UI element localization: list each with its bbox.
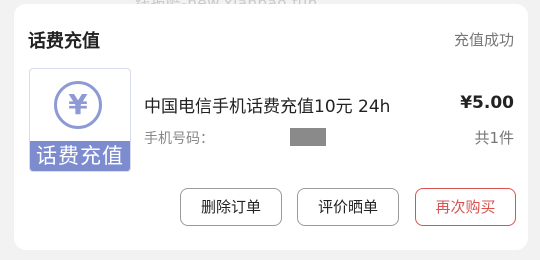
buy-again-button[interactable]: 再次购买: [415, 188, 516, 226]
delete-order-button[interactable]: 删除订单: [180, 188, 282, 226]
order-card: 话费充值 充值成功 ¥ 话费充值 中国电信手机话费充值10元 24h ¥5.00…: [14, 4, 528, 250]
phone-number-label: 手机号码：: [144, 131, 214, 147]
order-status: 充值成功: [453, 31, 514, 49]
review-order-button[interactable]: 评价晒单: [297, 188, 399, 226]
product-price: ¥5.00: [460, 93, 514, 113]
store-name[interactable]: 话费充值: [28, 27, 100, 53]
product-title[interactable]: 中国电信手机话费充值10元 24h: [144, 92, 390, 117]
item-quantity: 共1件: [474, 129, 514, 147]
product-thumbnail[interactable]: ¥ 话费充值: [29, 68, 131, 172]
thumbnail-label: 话费充值: [30, 141, 130, 171]
yen-circle-icon: ¥: [54, 81, 102, 129]
phone-number-redacted: [290, 128, 326, 146]
